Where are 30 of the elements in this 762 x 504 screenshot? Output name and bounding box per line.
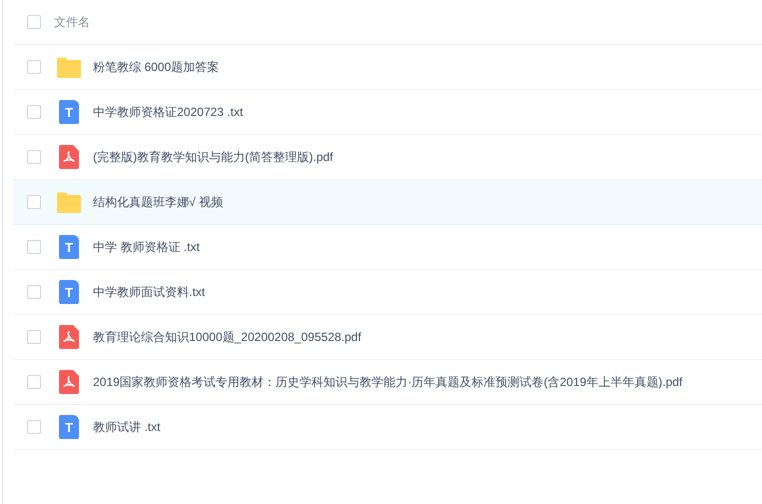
pdf-file-icon bbox=[59, 325, 79, 349]
folder-icon bbox=[56, 192, 82, 212]
file-name[interactable]: 教师试讲 .txt bbox=[93, 418, 160, 436]
text-file-icon: T bbox=[59, 280, 79, 304]
file-name[interactable]: 中学教师资格证2020723 .txt bbox=[93, 103, 244, 121]
checkbox[interactable] bbox=[27, 195, 41, 209]
pdf-file-icon bbox=[59, 370, 79, 394]
checkbox[interactable] bbox=[27, 330, 41, 344]
file-name[interactable]: 教育理论综合知识10000题_20200208_095528.pdf bbox=[93, 328, 362, 346]
pdf-file-icon bbox=[59, 145, 79, 169]
folder-icon bbox=[56, 56, 82, 78]
text-file-icon: T bbox=[59, 100, 79, 124]
checkbox[interactable] bbox=[27, 150, 41, 164]
file-name[interactable]: 2019国家教师资格考试专用教材：历史学科知识与教学能力·历年真题及标准预测试卷(含2019年上半年真题).pdf bbox=[93, 373, 682, 391]
column-header: 文件名 bbox=[54, 14, 90, 31]
checkbox[interactable] bbox=[27, 60, 41, 74]
file-name[interactable]: (完整版)教育教学知识与能力(简答整理版).pdf bbox=[93, 148, 333, 166]
file-row[interactable]: 结构化真题班李娜√ 视频 bbox=[13, 180, 762, 225]
file-name[interactable]: 中学教师面试资料.txt bbox=[93, 283, 206, 301]
text-file-icon: T bbox=[59, 415, 79, 439]
checkbox[interactable] bbox=[27, 15, 41, 29]
file-name[interactable]: 粉笔教综 6000题加答案 bbox=[93, 58, 220, 76]
checkbox[interactable] bbox=[27, 285, 41, 299]
checkbox[interactable] bbox=[27, 240, 41, 254]
file-name[interactable]: 中学 教师资格证 .txt bbox=[93, 238, 200, 256]
file-name[interactable]: 结构化真题班李娜√ 视频 bbox=[93, 193, 223, 211]
text-file-icon: T bbox=[59, 235, 79, 259]
checkbox[interactable] bbox=[27, 105, 41, 119]
checkbox[interactable] bbox=[27, 375, 41, 389]
checkbox[interactable] bbox=[27, 420, 41, 434]
